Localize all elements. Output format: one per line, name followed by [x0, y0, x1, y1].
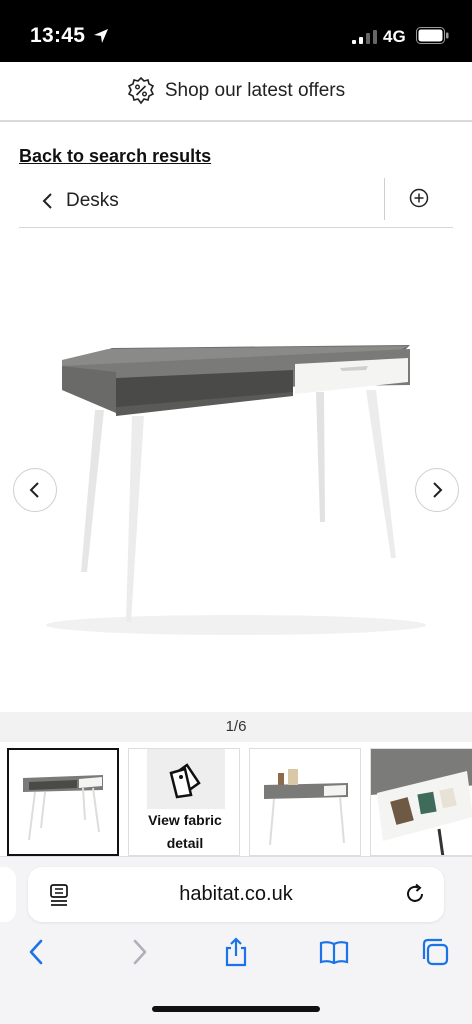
back-to-results-link[interactable]: Back to search results	[19, 146, 211, 167]
back-arrow-icon[interactable]	[22, 937, 52, 967]
bookmarks-icon[interactable]	[319, 937, 349, 967]
thumbnail-drawer-open-image	[371, 749, 472, 855]
breadcrumb-desks-link[interactable]: Desks	[66, 190, 119, 212]
browser-toolbar: habitat.co.uk	[0, 856, 472, 1024]
status-bar: 13:45 4G	[0, 0, 472, 62]
gallery-counter: 1/6	[225, 718, 247, 735]
gallery-previous-button[interactable]	[13, 468, 57, 512]
chevron-left-icon[interactable]	[41, 192, 55, 210]
offers-label: Shop our latest offers	[164, 80, 346, 101]
product-image-desk	[46, 345, 426, 635]
fabric-swatch-icon	[147, 749, 225, 809]
forward-arrow-icon[interactable]	[124, 937, 154, 967]
reload-icon[interactable]	[404, 883, 426, 905]
previous-tab-peek[interactable]	[0, 867, 16, 922]
thumbnail-fabric-detail[interactable]: View fabric detail	[128, 748, 240, 856]
offers-banner[interactable]: Shop our latest offers	[0, 62, 472, 122]
network-type: 4G	[383, 27, 406, 46]
battery-icon	[416, 27, 449, 44]
thumbnail-strip: View fabric detail	[0, 748, 472, 856]
thumbnail-3[interactable]	[249, 748, 361, 856]
discount-badge-icon	[127, 77, 154, 105]
home-indicator	[152, 1006, 320, 1012]
breadcrumb-divider	[384, 178, 385, 220]
view-fabric-detail-label: View fabric detail	[148, 812, 222, 851]
breadcrumb: Desks	[19, 176, 453, 228]
chevron-right-icon	[433, 482, 443, 498]
address-bar[interactable]: habitat.co.uk	[28, 867, 444, 922]
thumbnail-4[interactable]	[370, 748, 472, 856]
status-time: 13:45	[30, 24, 86, 47]
thumbnail-1[interactable]	[7, 748, 119, 856]
signal-strength-icon	[352, 30, 377, 44]
location-arrow-icon	[94, 29, 108, 43]
gallery-next-button[interactable]	[415, 468, 459, 512]
thumbnail-desk-image	[23, 775, 103, 841]
url-text: habitat.co.uk	[179, 883, 293, 905]
tabs-icon[interactable]	[420, 937, 450, 967]
thumbnail-desk-styled-image	[264, 769, 348, 846]
plus-circle-icon[interactable]	[409, 188, 429, 208]
chevron-left-icon	[29, 482, 39, 498]
share-icon[interactable]	[221, 937, 251, 967]
